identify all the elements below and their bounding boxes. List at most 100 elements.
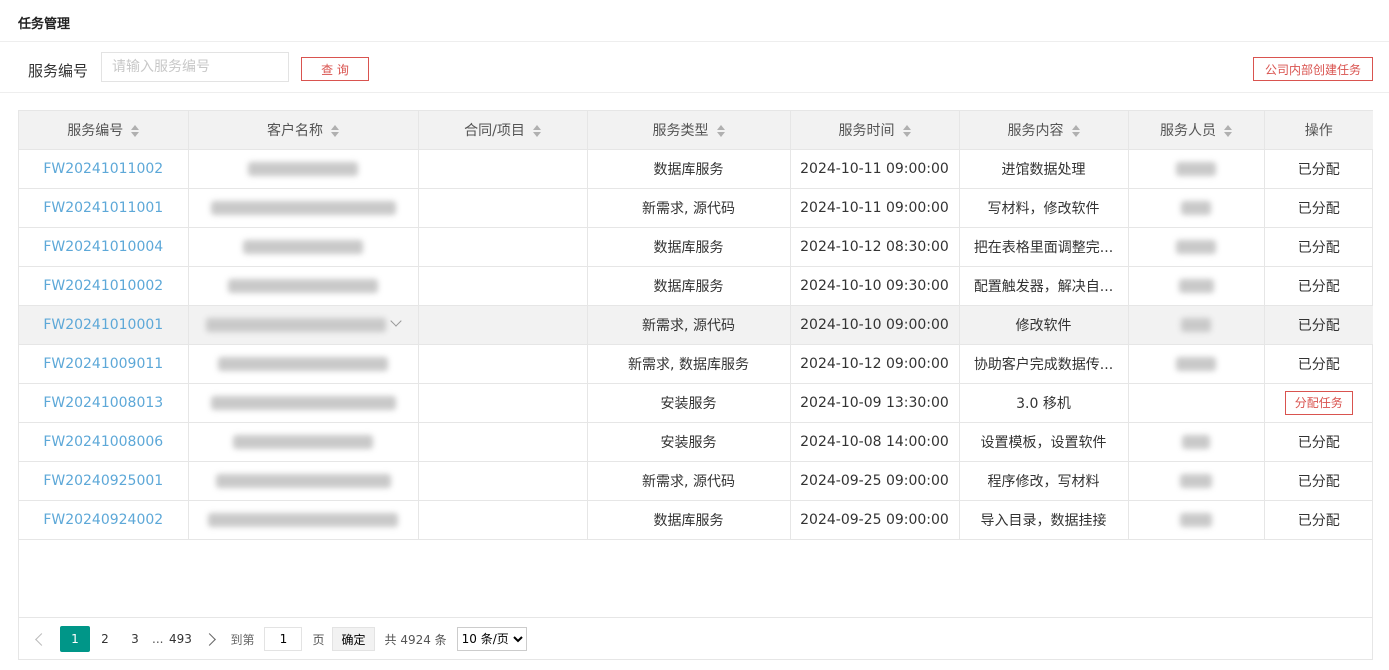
service-type-cell: 数据库服务 [587,227,791,267]
customer-name-cell [188,188,419,228]
sort-icon[interactable] [1071,124,1080,137]
service-code-link[interactable]: FW20241008006 [19,422,189,462]
customer-name-cell [188,461,419,501]
action-status: 已分配 [1264,188,1373,228]
service-type-cell: 安装服务 [587,383,791,423]
service-code-link[interactable]: FW20241009011 [19,344,189,384]
service-staff-cell [1128,149,1265,189]
service-code-link[interactable]: FW20240925001 [19,461,189,501]
next-page-icon[interactable] [203,632,217,646]
service-type-cell: 新需求, 源代码 [587,188,791,228]
col-header-action: 操作 [1264,111,1373,150]
service-type-cell: 新需求, 源代码 [587,305,791,345]
col-header-service-code[interactable]: 服务编号 [19,111,189,150]
customer-name-cell [188,383,419,423]
page-3[interactable]: 3 [120,626,150,652]
goto-label: 到第 [230,632,255,647]
search-label: 服务编号 [28,62,89,80]
service-code-link[interactable]: FW20241010001 [19,305,189,345]
service-content-cell: 写材料，修改软件 [959,188,1129,228]
col-header-service-staff[interactable]: 服务人员 [1128,111,1265,150]
page-size-select[interactable]: 10 条/页 [456,627,527,651]
service-staff-cell [1128,461,1265,501]
col-header-customer-name[interactable]: 客户名称 [188,111,419,150]
contract-cell [418,500,588,540]
col-header-service-content[interactable]: 服务内容 [959,111,1129,150]
action-status: 已分配 [1264,227,1373,267]
col-header-service-time[interactable]: 服务时间 [790,111,960,150]
col-header-service-type[interactable]: 服务类型 [587,111,791,150]
service-staff-cell [1128,227,1265,267]
service-code-input[interactable] [101,52,289,82]
service-code-link[interactable]: FW20241010004 [19,227,189,267]
redacted-text [248,161,358,176]
redacted-text [1176,161,1216,176]
table-row: FW20240925001 新需求, 源代码 2024-09-25 09:00:… [19,461,1373,501]
customer-name-cell [188,344,419,384]
chevron-down-icon[interactable] [390,314,402,327]
page-title: 任务管理 [18,17,71,32]
redacted-text [208,512,398,527]
sort-icon[interactable] [1224,124,1232,137]
table-row: FW20241010001 新需求, 源代码 2024-10-10 09:00:… [19,305,1373,345]
query-button[interactable]: 查 询 [301,57,369,81]
service-content-cell: 3.0 移机 [959,383,1129,423]
action-status: 已分配 [1264,500,1373,540]
contract-cell [418,149,588,189]
service-code-link[interactable]: FW20240924002 [19,500,189,540]
service-code-link[interactable]: FW20241008013 [19,383,189,423]
service-time-cell: 2024-09-25 09:00:00 [790,500,960,540]
service-content-cell: 设置模板，设置软件 [959,422,1129,462]
redacted-text [215,473,391,488]
sort-icon[interactable] [902,124,911,137]
service-content-cell: 把在表格里面调整完... [959,227,1129,267]
redacted-text [1182,434,1210,449]
sort-icon[interactable] [331,124,339,137]
customer-name-cell [188,227,419,267]
customer-name-cell [188,422,419,462]
section-divider [0,92,1389,93]
service-staff-cell [1128,266,1265,306]
action-status: 已分配 [1264,149,1373,189]
service-staff-cell [1128,305,1265,345]
redacted-text [1180,473,1212,488]
service-type-cell: 新需求, 数据库服务 [587,344,791,384]
redacted-text [243,239,363,254]
prev-page-icon[interactable] [35,632,48,646]
contract-cell [418,383,588,423]
service-code-link[interactable]: FW20241010002 [19,266,189,306]
col-header-contract-project[interactable]: 合同/项目 [418,111,588,150]
redacted-text [233,434,373,449]
create-internal-task-button[interactable]: 公司内部创建任务 [1253,57,1373,81]
page-1[interactable]: 1 [60,626,90,652]
service-content-cell: 程序修改，写材料 [959,461,1129,501]
table-row: FW20240924002 数据库服务 2024-09-25 09:00:00 … [19,500,1373,540]
service-content-cell: 导入目录，数据挂接 [959,500,1129,540]
service-staff-cell [1128,344,1265,384]
service-time-cell: 2024-10-09 13:30:00 [790,383,960,423]
service-code-link[interactable]: FW20241011002 [19,149,189,189]
contract-cell [418,422,588,462]
page-last[interactable]: 493 [165,626,195,652]
assign-task-button[interactable]: 分配任务 [1284,390,1353,415]
table-row: FW20241011002 数据库服务 2024-10-11 09:00:00 … [19,149,1373,189]
customer-name-cell[interactable] [188,305,419,345]
goto-confirm-button[interactable]: 确定 [332,627,375,651]
service-content-cell: 协助客户完成数据传... [959,344,1129,384]
service-time-cell: 2024-10-10 09:30:00 [790,266,960,306]
sort-icon[interactable] [716,124,725,137]
redacted-text [1181,200,1211,215]
service-time-cell: 2024-09-25 09:00:00 [790,461,960,501]
goto-page-input[interactable] [264,627,303,651]
action-cell: 分配任务 [1264,383,1373,423]
page-2[interactable]: 2 [90,626,120,652]
service-code-link[interactable]: FW20241011001 [19,188,189,228]
contract-cell [418,344,588,384]
redacted-text [1180,512,1212,527]
page-unit-label: 页 [312,632,325,647]
contract-cell [418,188,588,228]
sort-icon[interactable] [131,124,140,137]
table-row: FW20241011001 新需求, 源代码 2024-10-11 09:00:… [19,188,1373,228]
customer-name-cell [188,149,419,189]
sort-icon[interactable] [532,124,541,137]
